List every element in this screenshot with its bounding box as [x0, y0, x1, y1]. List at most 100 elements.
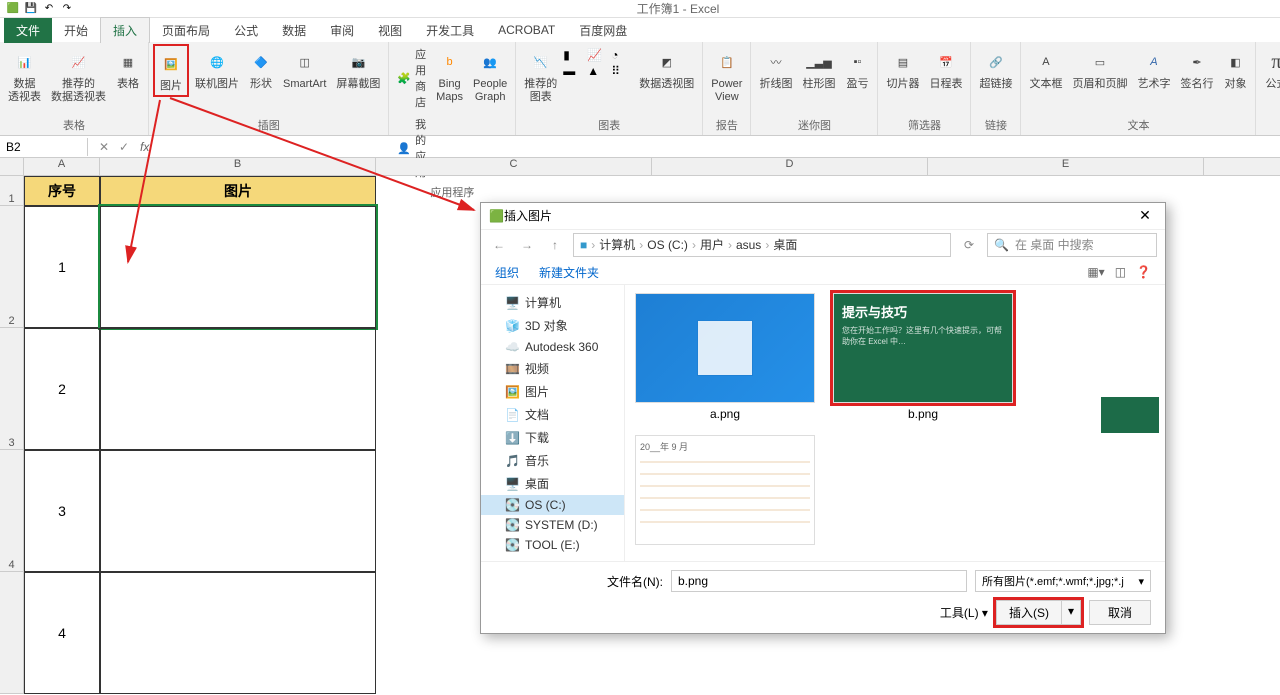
object-button[interactable]: ◧对象	[1219, 44, 1251, 93]
row-header-5[interactable]	[0, 572, 24, 694]
cell-a2[interactable]: 1	[24, 206, 100, 328]
tree-downloads[interactable]: ⬇️下载	[481, 426, 624, 449]
cell-a4[interactable]: 3	[24, 450, 100, 572]
cancel-formula-button[interactable]: ✕	[94, 140, 114, 154]
tab-review[interactable]: 审阅	[318, 18, 366, 43]
tab-insert[interactable]: 插入	[100, 17, 150, 43]
chart-scatter-icon[interactable]: ⠿	[611, 64, 633, 78]
filename-input[interactable]	[671, 570, 967, 592]
col-header-a[interactable]: A	[24, 158, 100, 175]
file-filter-dropdown[interactable]: 所有图片(*.emf;*.wmf;*.jpg;*.j▾	[975, 570, 1151, 592]
tree-videos[interactable]: 🎞️视频	[481, 357, 624, 380]
tools-menu[interactable]: 工具(L) ▾	[940, 604, 988, 621]
tab-baidu[interactable]: 百度网盘	[567, 18, 639, 43]
row-header-4[interactable]: 4	[0, 450, 24, 572]
cell-a5[interactable]: 4	[24, 572, 100, 694]
tab-formulas[interactable]: 公式	[222, 18, 270, 43]
shapes-button[interactable]: 🔷形状	[245, 44, 277, 93]
tab-acrobat[interactable]: ACROBAT	[486, 19, 567, 41]
insert-button[interactable]: 插入(S)▾	[996, 600, 1081, 625]
signature-line-button[interactable]: ✒签名行	[1176, 44, 1217, 93]
fx-icon[interactable]: fx	[134, 140, 155, 154]
timeline-button[interactable]: 📅日程表	[925, 44, 966, 93]
smartart-button[interactable]: ◫SmartArt	[279, 44, 330, 93]
tree-os-c[interactable]: 💽OS (C:)	[481, 495, 624, 515]
organize-menu[interactable]: 组织	[495, 264, 519, 281]
tree-computer[interactable]: 🖥️计算机	[481, 291, 624, 314]
name-box[interactable]: B2	[0, 138, 88, 156]
row-header-3[interactable]: 3	[0, 328, 24, 450]
tree-tool-e[interactable]: 💽TOOL (E:)	[481, 535, 624, 555]
tree-autodesk[interactable]: ☁️Autodesk 360	[481, 337, 624, 357]
up-button[interactable]: ↑	[545, 238, 565, 252]
sparkline-column-button[interactable]: ▁▃▅柱形图	[798, 44, 839, 93]
hyperlink-button[interactable]: 🔗超链接	[975, 44, 1016, 93]
wordart-button[interactable]: A艺术字	[1133, 44, 1174, 93]
col-header-d[interactable]: D	[652, 158, 928, 175]
search-input[interactable]: 🔍 在 桌面 中搜索	[987, 233, 1157, 257]
tab-layout[interactable]: 页面布局	[150, 18, 222, 43]
file-b-png[interactable]: 提示与技巧 您在开始工作吗？这里有几个快速提示，可帮助你在 Excel 中… b…	[831, 293, 1015, 421]
row-header-1[interactable]: 1	[0, 176, 24, 206]
app-store-button[interactable]: 🧩应用商店	[393, 44, 430, 112]
tree-3d[interactable]: 🧊3D 对象	[481, 314, 624, 337]
tree-pictures[interactable]: 🖼️图片	[481, 380, 624, 403]
row-header-2[interactable]: 2	[0, 206, 24, 328]
insert-picture-button[interactable]: 🖼️图片	[153, 44, 189, 97]
tree-system-d[interactable]: 💽SYSTEM (D:)	[481, 515, 624, 535]
file-a-png[interactable]: a.png	[633, 293, 817, 421]
cell-b2[interactable]	[100, 206, 376, 328]
table-button[interactable]: ▦表格	[112, 44, 144, 93]
tab-dev[interactable]: 开发工具	[414, 18, 486, 43]
chart-pie-icon[interactable]: ◔	[611, 48, 633, 62]
textbox-button[interactable]: A文本框	[1025, 44, 1066, 93]
view-options-button[interactable]: ▦▾	[1087, 265, 1104, 279]
bing-maps-button[interactable]: bBing Maps	[432, 44, 467, 106]
online-pictures-button[interactable]: 🌐联机图片	[191, 44, 243, 93]
pivot-chart-button[interactable]: ◩数据透视图	[635, 44, 698, 93]
tab-home[interactable]: 开始	[52, 18, 100, 43]
cell-a3[interactable]: 2	[24, 328, 100, 450]
power-view-button[interactable]: 📋Power View	[707, 44, 746, 106]
chart-column-icon[interactable]: ▮	[563, 48, 585, 62]
cancel-button[interactable]: 取消	[1089, 600, 1151, 625]
tab-data[interactable]: 数据	[270, 18, 318, 43]
sparkline-winloss-button[interactable]: ▪▫盈亏	[841, 44, 873, 93]
recommended-pivot-button[interactable]: 📈推荐的 数据透视表	[47, 44, 110, 106]
back-button[interactable]: ←	[489, 238, 509, 252]
pivot-table-button[interactable]: 📊数据 透视表	[4, 44, 45, 106]
tab-view[interactable]: 视图	[366, 18, 414, 43]
chart-area-icon[interactable]: ▲	[587, 64, 609, 78]
sparkline-line-button[interactable]: 〰折线图	[755, 44, 796, 93]
cell-a1[interactable]: 序号	[24, 176, 100, 206]
tree-desktop[interactable]: 🖥️桌面	[481, 472, 624, 495]
screenshot-button[interactable]: 📷屏幕截图	[332, 44, 384, 93]
new-folder-button[interactable]: 新建文件夹	[539, 264, 599, 281]
cell-b5[interactable]	[100, 572, 376, 694]
col-header-c[interactable]: C	[376, 158, 652, 175]
cell-b3[interactable]	[100, 328, 376, 450]
breadcrumb-bar[interactable]: ■› 计算机› OS (C:)› 用户› asus› 桌面	[573, 233, 951, 257]
recommended-charts-button[interactable]: 📉推荐的 图表	[520, 44, 561, 106]
enter-formula-button[interactable]: ✓	[114, 140, 134, 154]
help-button[interactable]: ❓	[1136, 265, 1151, 279]
save-icon[interactable]: 💾	[22, 1, 40, 17]
select-all-corner[interactable]	[0, 158, 24, 176]
file-calendar[interactable]: 20__年 9 月	[633, 435, 817, 549]
forward-button[interactable]: →	[517, 238, 537, 252]
preview-pane-button[interactable]: ◫	[1115, 265, 1126, 279]
chart-line-icon[interactable]: 📈	[587, 48, 609, 62]
slicer-button[interactable]: ▤切片器	[882, 44, 923, 93]
close-icon[interactable]: ✕	[1133, 207, 1157, 224]
undo-icon[interactable]: ↶	[40, 1, 58, 17]
cell-b4[interactable]	[100, 450, 376, 572]
people-graph-button[interactable]: 👥People Graph	[469, 44, 511, 106]
chart-bar-icon[interactable]: ▬	[563, 64, 585, 78]
tab-file[interactable]: 文件	[4, 18, 52, 43]
tree-music[interactable]: 🎵音乐	[481, 449, 624, 472]
tree-documents[interactable]: 📄文档	[481, 403, 624, 426]
redo-icon[interactable]: ↷	[58, 1, 76, 17]
col-header-e[interactable]: E	[928, 158, 1204, 175]
equation-button[interactable]: π公式	[1260, 44, 1280, 93]
cell-b1[interactable]: 图片	[100, 176, 376, 206]
